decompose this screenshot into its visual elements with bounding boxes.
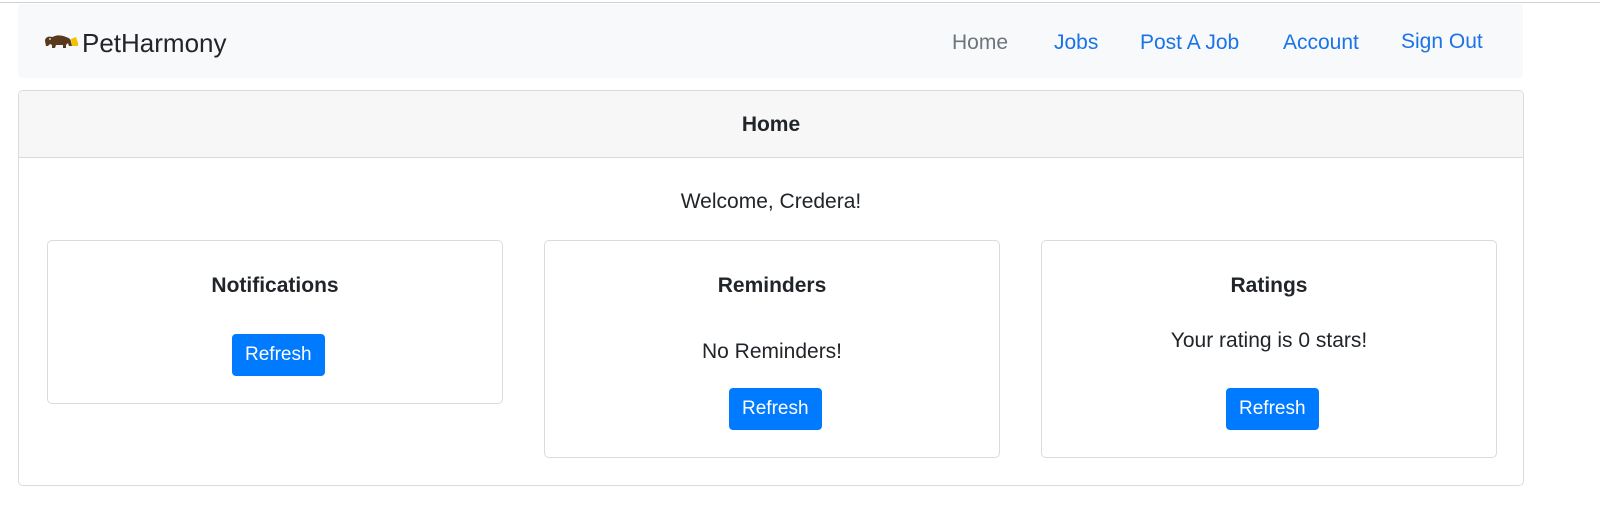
ratings-title: Ratings xyxy=(1230,274,1308,297)
nav-links: Home Jobs Post A Job Account Sign Out xyxy=(18,26,1523,60)
rating-summary: Your rating is 0 stars! xyxy=(1170,329,1368,352)
home-card: Home Welcome, Credera! Notifications Ref… xyxy=(18,90,1524,486)
navbar: PetHarmony Home Jobs Post A Job Account … xyxy=(18,4,1523,78)
notifications-refresh-button[interactable]: Refresh xyxy=(232,334,325,376)
reminders-refresh-button[interactable]: Refresh xyxy=(729,388,822,430)
nav-account-link[interactable]: Account xyxy=(1283,26,1359,60)
welcome-message: Welcome, Credera! xyxy=(680,190,862,213)
ratings-refresh-button[interactable]: Refresh xyxy=(1226,388,1319,430)
nav-jobs-link[interactable]: Jobs xyxy=(1054,26,1098,60)
notifications-title: Notifications xyxy=(211,274,339,297)
nav-home-link[interactable]: Home xyxy=(952,26,1008,60)
nav-post-a-job-link[interactable]: Post A Job xyxy=(1140,26,1239,60)
notifications-panel: Notifications Refresh xyxy=(47,240,503,404)
nav-sign-out-link[interactable]: Sign Out xyxy=(1401,25,1483,59)
reminders-title: Reminders xyxy=(717,274,827,297)
ratings-panel: Ratings Your rating is 0 stars! Refresh xyxy=(1041,240,1497,458)
top-divider xyxy=(0,2,1600,3)
page-title: Home xyxy=(19,91,1523,158)
reminders-status: No Reminders! xyxy=(701,340,843,363)
reminders-panel: Reminders No Reminders! Refresh xyxy=(544,240,1000,458)
